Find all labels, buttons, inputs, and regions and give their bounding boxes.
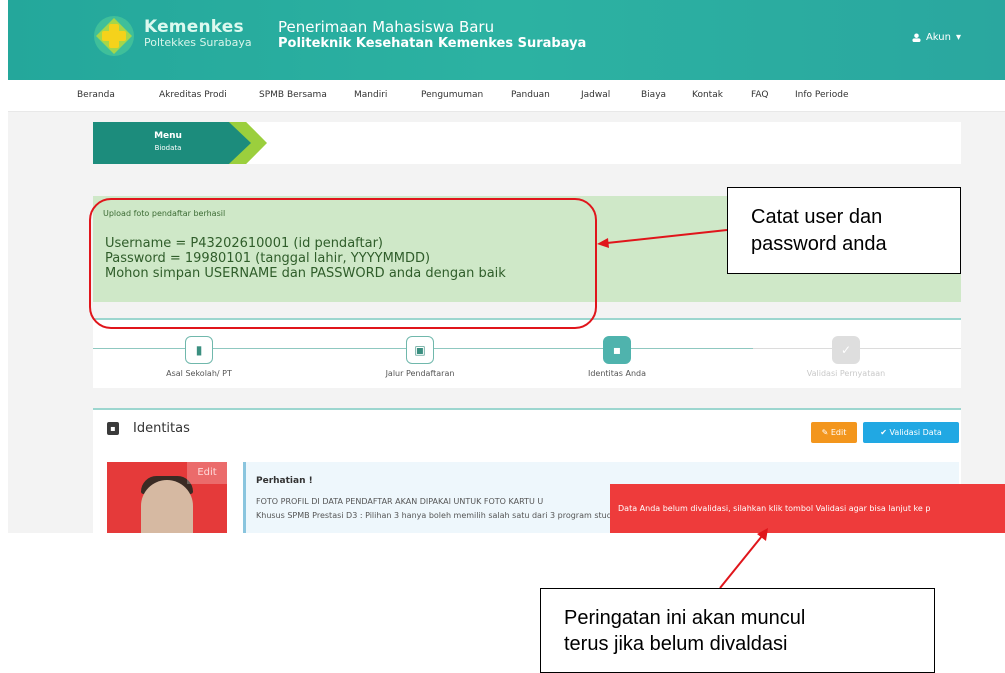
callout1-arrow [606, 229, 728, 244]
annotation-callout-credentials: Catat user dan password anda [727, 187, 961, 274]
callout2-line2: terus jika belum divaldasi [564, 633, 788, 655]
callout1-line1: Catat user dan [751, 206, 883, 228]
callout1-arrowhead [597, 238, 609, 248]
callout2-line1: Peringatan ini akan muncul [564, 607, 806, 629]
screenshot-canvas: Kemenkes Poltekkes Surabaya Penerimaan M… [0, 0, 1005, 673]
callout1-line2: password anda [751, 233, 887, 255]
callout2-arrow [719, 535, 763, 589]
annotation-arrows [597, 229, 768, 589]
annotation-callout-warning: Peringatan ini akan muncul terus jika be… [540, 588, 935, 673]
